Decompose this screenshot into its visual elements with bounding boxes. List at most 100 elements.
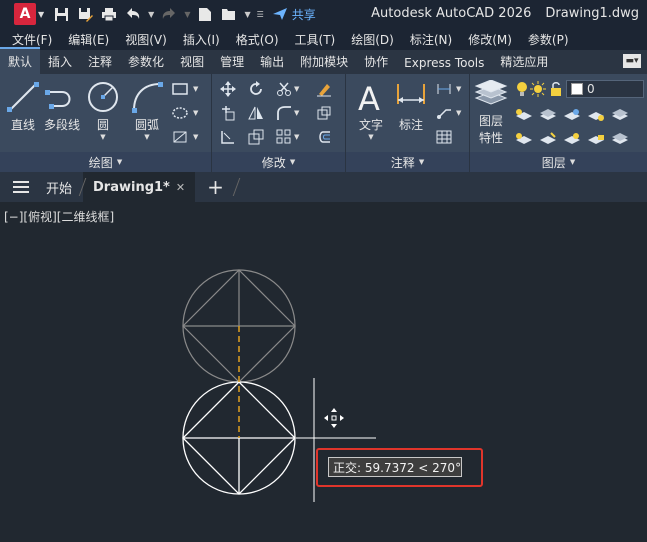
copy-icon[interactable] — [218, 104, 238, 122]
circle-dropdown-caret-icon[interactable]: ▼ — [100, 133, 105, 141]
linear-dimension-icon[interactable] — [434, 80, 454, 98]
layer-properties-button[interactable]: 图层 特性 — [474, 80, 508, 146]
rotate-icon[interactable] — [246, 80, 266, 98]
menu-edit[interactable]: 编辑(E) — [60, 31, 117, 48]
tab-featured-apps[interactable]: 精选应用 — [492, 49, 556, 74]
trim-icon[interactable] — [274, 80, 294, 98]
hatch-icon[interactable] — [170, 104, 190, 122]
move-icon[interactable] — [218, 80, 238, 98]
linear-dimension-caret-icon[interactable]: ▼ — [456, 85, 461, 93]
drawing-tab[interactable]: Drawing1* ✕ — [83, 172, 196, 202]
menu-view[interactable]: 视图(V) — [117, 31, 175, 48]
layer-lock-icon[interactable] — [586, 130, 606, 148]
gradient-icon[interactable] — [170, 128, 190, 146]
layer-walk-icon[interactable] — [514, 130, 534, 148]
modify-panel-title[interactable]: 修改 ▼ — [212, 152, 345, 172]
app-menu-caret-icon[interactable]: ▼ — [38, 10, 44, 19]
menu-insert[interactable]: 插入(I) — [175, 31, 228, 48]
layer-off-icon[interactable] — [586, 106, 606, 124]
array-dropdown-caret-icon[interactable]: ▼ — [294, 133, 299, 141]
undo-dropdown-caret-icon[interactable]: ▼ — [148, 5, 154, 23]
app-logo-button[interactable]: A — [14, 3, 36, 25]
tab-annotate[interactable]: 注释 — [80, 49, 120, 74]
line-tool-button[interactable]: 直线 — [6, 80, 40, 133]
text-dropdown-caret-icon[interactable]: ▼ — [368, 133, 373, 141]
draw-panel: 直线 多段线 圆 ▼ 圆弧 ▼ ▼ ▼ ▼ 绘图 ▼ — [0, 74, 212, 172]
draw-panel-title[interactable]: 绘图 ▼ — [0, 152, 211, 172]
tab-view[interactable]: 视图 — [172, 49, 212, 74]
menu-dimension[interactable]: 标注(N) — [402, 31, 460, 48]
share-button[interactable]: 共享 — [272, 6, 316, 23]
ribbon-minimize-icon[interactable]: ▬▾ — [623, 54, 641, 68]
layer-dropdown[interactable]: 0 — [566, 80, 644, 98]
explode-icon[interactable] — [314, 104, 334, 122]
tab-output[interactable]: 输出 — [252, 49, 292, 74]
circle-tool-label: 圆 — [96, 118, 109, 132]
dimension-tool-button[interactable]: 标注 — [394, 80, 428, 133]
hatch-dropdown-caret-icon[interactable]: ▼ — [193, 109, 198, 117]
trim-dropdown-caret-icon[interactable]: ▼ — [294, 85, 299, 93]
start-tab[interactable]: 开始 — [36, 172, 82, 202]
new-tab-icon[interactable]: + — [195, 175, 236, 199]
window-title: Autodesk AutoCAD 2026 Drawing1.dwg — [371, 6, 639, 21]
tab-express-tools[interactable]: Express Tools — [396, 52, 492, 74]
layer-merge-icon[interactable] — [538, 130, 558, 148]
tab-manage[interactable]: 管理 — [212, 49, 252, 74]
circle-tool-button[interactable]: 圆 ▼ — [86, 80, 120, 141]
layer-freeze-icon[interactable] — [610, 106, 630, 124]
drawing-canvas[interactable]: [−][俯视][二维线框] 正交: 59.7372 < 270° — [0, 202, 647, 542]
open-folder-icon[interactable] — [220, 5, 238, 23]
rectangle-dropdown-caret-icon[interactable]: ▼ — [193, 85, 198, 93]
save-icon[interactable] — [52, 5, 70, 23]
layers-panel-title[interactable]: 图层 ▼ — [470, 152, 647, 172]
leader-icon[interactable] — [434, 104, 454, 122]
array-icon[interactable] — [274, 128, 294, 146]
mirror-icon[interactable] — [246, 104, 266, 122]
undo-icon[interactable] — [124, 5, 142, 23]
arc-dropdown-caret-icon[interactable]: ▼ — [144, 133, 149, 141]
menu-parametric[interactable]: 参数(P) — [520, 31, 577, 48]
close-tab-icon[interactable]: ✕ — [176, 181, 185, 194]
line-icon — [7, 82, 39, 112]
layer-copy-objects-icon[interactable] — [610, 130, 630, 148]
menu-draw[interactable]: 绘图(D) — [343, 31, 402, 48]
scale-icon[interactable] — [246, 128, 266, 146]
offset-icon[interactable] — [314, 128, 334, 146]
layer-unlock-icon[interactable] — [546, 80, 566, 98]
drawing-geometry — [182, 269, 376, 502]
tab-collaborate[interactable]: 协作 — [356, 49, 396, 74]
text-tool-button[interactable]: A 文字 ▼ — [354, 80, 388, 141]
tab-home[interactable]: 默认 — [0, 47, 41, 74]
menu-tools[interactable]: 工具(T) — [287, 31, 344, 48]
save-as-icon[interactable] — [76, 5, 94, 23]
boundary-dropdown-caret-icon[interactable]: ▼ — [193, 133, 198, 141]
layer-isolate-icon[interactable] — [562, 106, 582, 124]
layer-thaw-sun-icon[interactable] — [528, 80, 548, 98]
fillet-icon[interactable] — [274, 104, 294, 122]
rectangle-icon[interactable] — [170, 80, 190, 98]
erase-icon[interactable] — [314, 80, 334, 98]
new-file-icon[interactable] — [196, 5, 214, 23]
layer-make-current-icon[interactable] — [514, 106, 534, 124]
menu-file[interactable]: 文件(F) — [0, 31, 60, 48]
fillet-dropdown-caret-icon[interactable]: ▼ — [294, 109, 299, 117]
file-tab-menu-icon[interactable] — [6, 181, 36, 193]
stretch-icon[interactable] — [218, 128, 238, 146]
annotation-panel-title[interactable]: 注释 ▼ — [346, 152, 469, 172]
tab-insert[interactable]: 插入 — [40, 49, 80, 74]
tab-parametric[interactable]: 参数化 — [120, 49, 172, 74]
menu-modify[interactable]: 修改(M) — [460, 31, 520, 48]
print-icon[interactable] — [100, 5, 118, 23]
leader-caret-icon[interactable]: ▼ — [456, 109, 461, 117]
layer-match-icon[interactable] — [538, 106, 558, 124]
layer-properties-label-1: 图层 — [478, 114, 503, 128]
menu-format[interactable]: 格式(O) — [228, 31, 287, 48]
layer-previous-icon[interactable] — [562, 130, 582, 148]
tab-addins[interactable]: 附加模块 — [292, 49, 356, 74]
table-icon[interactable] — [434, 128, 454, 146]
title-bar: A ▼ ▼ ▼ ▼ ☰ 共享 Autodesk AutoCAD 2026 Dra… — [0, 0, 647, 28]
customize-qat-icon[interactable]: ☰ — [257, 5, 264, 23]
open-dropdown-caret-icon[interactable]: ▼ — [244, 5, 250, 23]
arc-tool-button[interactable]: 圆弧 ▼ — [130, 80, 164, 141]
polyline-tool-button[interactable]: 多段线 — [44, 80, 80, 133]
